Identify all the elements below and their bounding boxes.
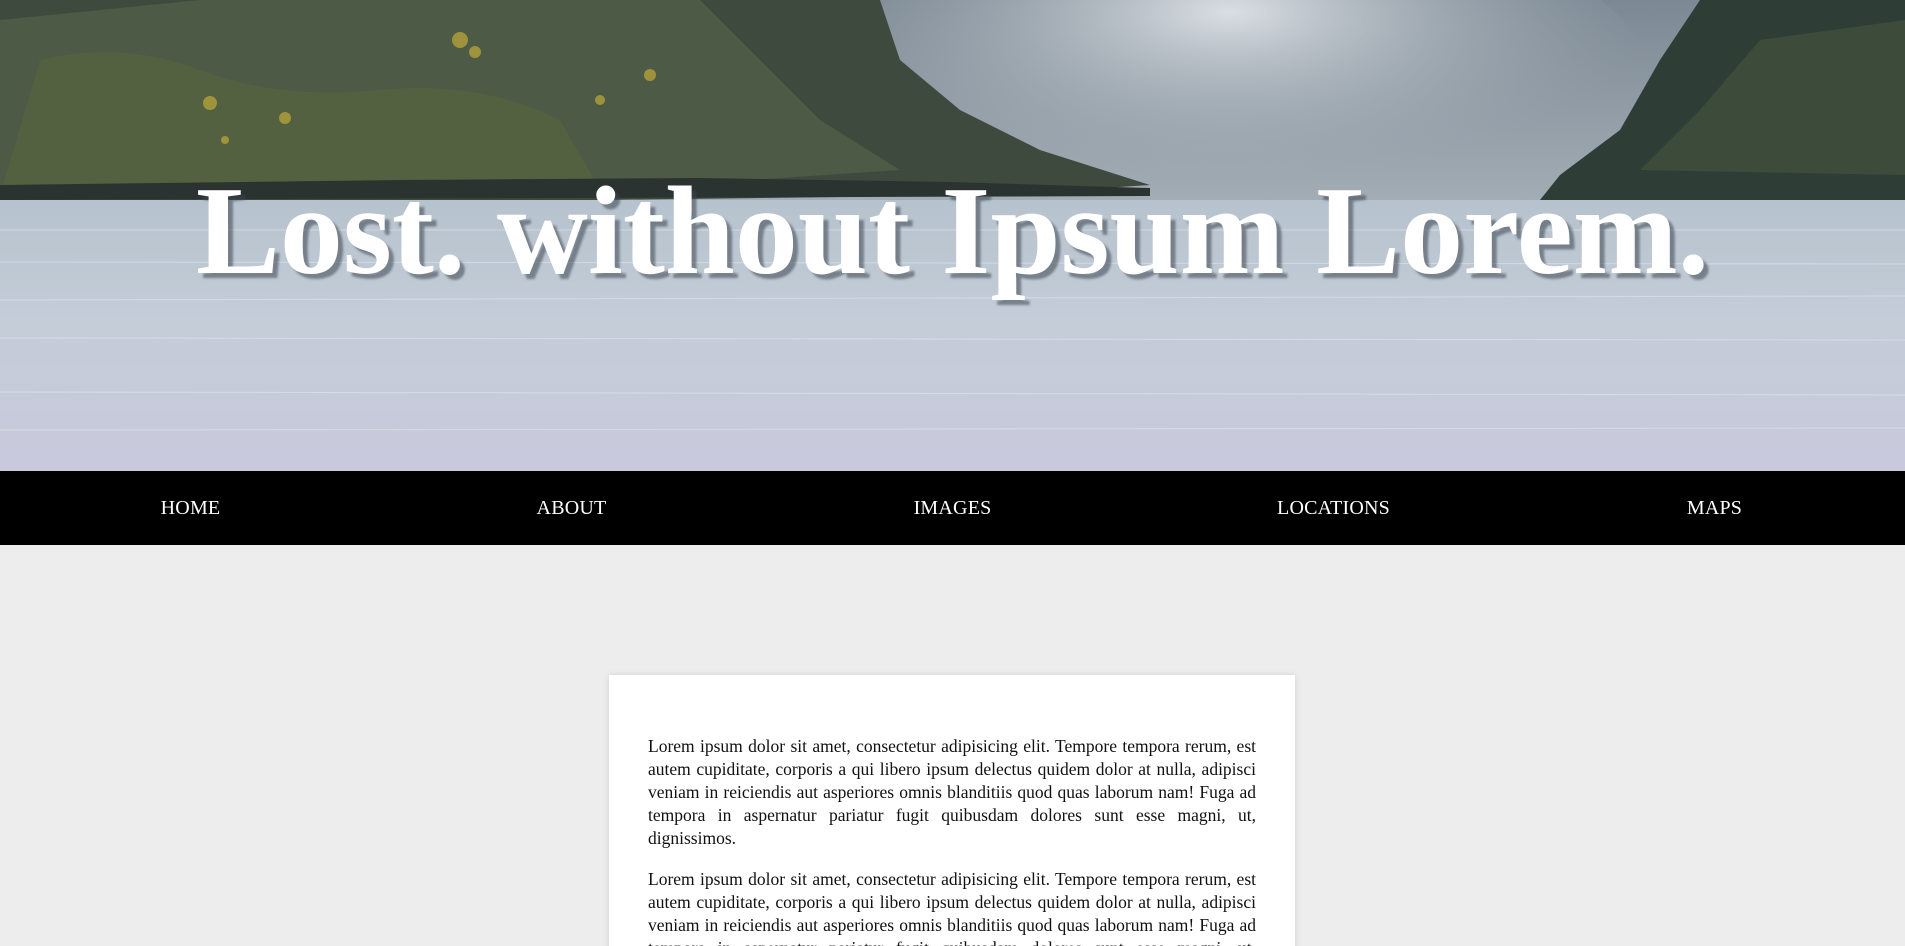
main-navigation: HOME ABOUT IMAGES LOCATIONS MAPS — [0, 471, 1905, 545]
nav-item-about[interactable]: ABOUT — [381, 471, 762, 545]
nav-item-locations[interactable]: LOCATIONS — [1143, 471, 1524, 545]
content-paragraph: Lorem ipsum dolor sit amet, consectetur … — [648, 736, 1256, 848]
nav-item-home[interactable]: HOME — [0, 471, 381, 545]
hero-banner: Lost. without Ipsum Lorem. — [0, 0, 1905, 471]
page-title: Lost. without Ipsum Lorem. — [195, 162, 1710, 301]
nav-item-images[interactable]: IMAGES — [762, 471, 1143, 545]
content-paragraph: Lorem ipsum dolor sit amet, consectetur … — [648, 869, 1256, 946]
page: Lost. without Ipsum Lorem. HOME ABOUT IM… — [0, 0, 1905, 946]
nav-item-maps[interactable]: MAPS — [1524, 471, 1905, 545]
content-card: Lorem ipsum dolor sit amet, consectetur … — [609, 675, 1295, 946]
